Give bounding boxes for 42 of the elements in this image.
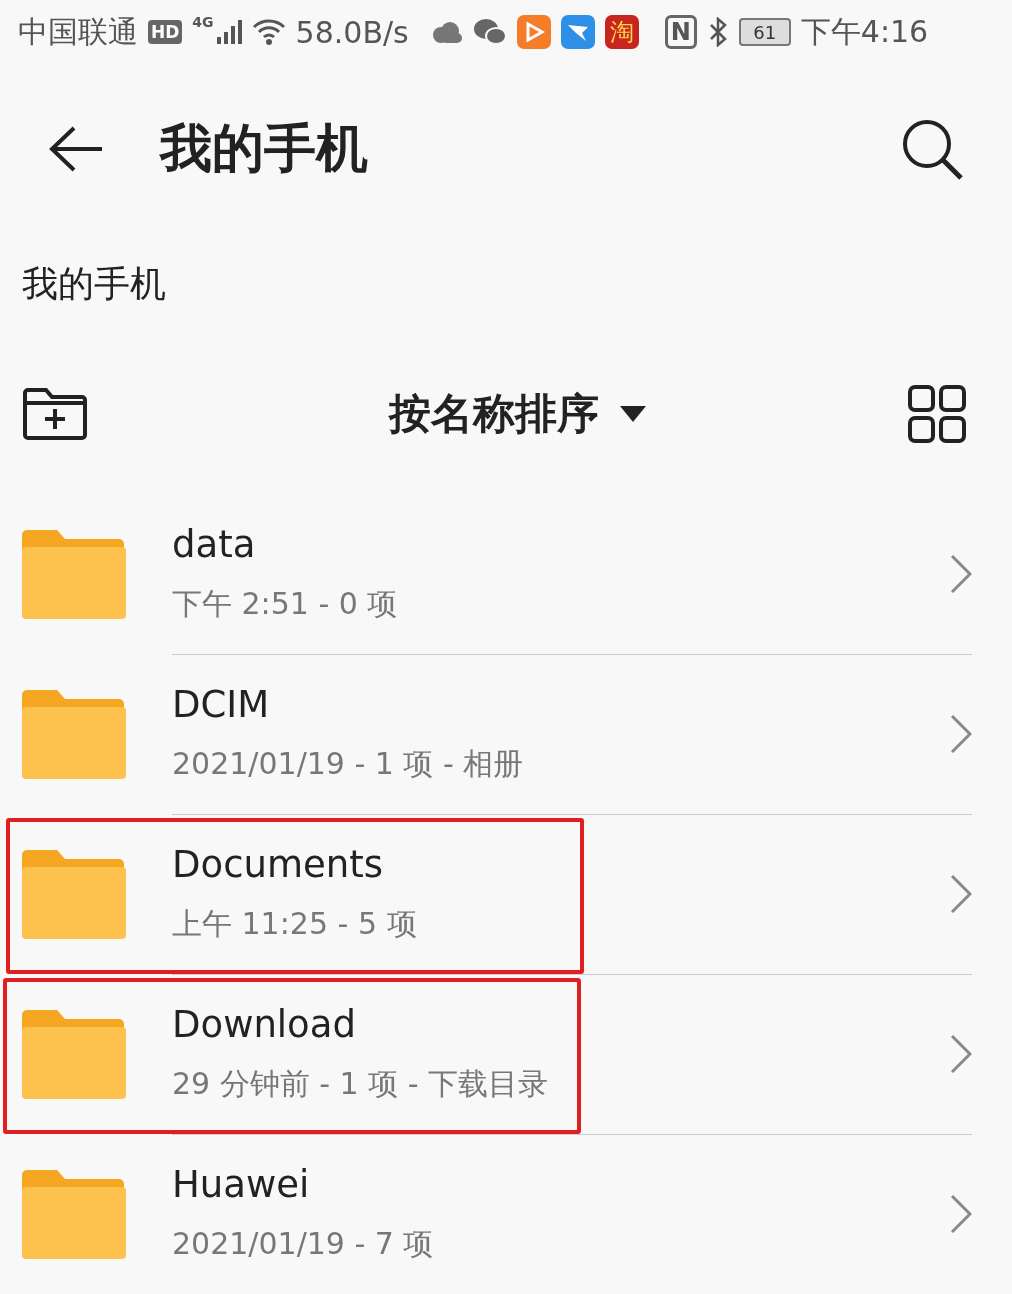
chevron-right-icon[interactable]	[950, 873, 972, 914]
chevron-right-icon[interactable]	[950, 553, 972, 594]
network-speed: 58.0B/s	[295, 14, 409, 50]
chevron-right-icon[interactable]	[950, 1033, 972, 1074]
play-app-icon	[516, 15, 551, 49]
folder-details: 2021/01/19 - 7 项	[172, 1225, 435, 1263]
folder-name[interactable]: DCIM	[172, 682, 950, 726]
folder-details: 下午 2:51 - 0 项	[172, 584, 399, 623]
sort-dropdown[interactable]: 按名称排序	[383, 385, 653, 443]
breadcrumb[interactable]: 我的手机	[22, 259, 166, 309]
folder-icon	[20, 1009, 126, 1099]
folder-name[interactable]: Download	[172, 1002, 950, 1046]
nfc-icon: N	[664, 15, 697, 49]
page-title: 我的手机	[160, 117, 369, 180]
folder-details: 29 分钟前 - 1 项 - 下载目录	[172, 1064, 550, 1103]
chevron-right-icon[interactable]	[950, 713, 972, 754]
folder-name[interactable]: data	[172, 522, 950, 566]
wifi-icon	[251, 18, 286, 46]
signal-icon	[215, 19, 242, 45]
search-button[interactable]	[900, 117, 964, 181]
folder-details: 2021/01/19 - 1 项 - 相册	[172, 744, 525, 783]
network-type: 4G	[192, 14, 214, 30]
folder-name[interactable]: Documents	[172, 842, 950, 886]
carrier-name: 中国联通	[18, 12, 138, 51]
bird-app-icon	[560, 15, 595, 49]
back-button[interactable]	[48, 125, 104, 173]
grid-view-button[interactable]	[908, 385, 966, 443]
cloud-icon	[430, 21, 463, 43]
folder-details: 上午 11:25 - 5 项	[172, 904, 418, 943]
chat-icon	[472, 18, 507, 46]
new-folder-button[interactable]	[22, 387, 88, 441]
caret-icon	[619, 405, 647, 423]
taobao-app-icon: 淘	[604, 15, 639, 49]
folder-icon	[20, 529, 126, 619]
folder-icon	[20, 849, 126, 939]
folder-name[interactable]: Huawei	[172, 1163, 950, 1206]
chevron-right-icon[interactable]	[950, 1194, 972, 1234]
battery-icon: 61	[738, 18, 791, 46]
clock: 下午4:16	[800, 12, 929, 51]
folder-icon	[20, 689, 126, 779]
folder-icon	[20, 1169, 126, 1259]
hd-badge: HD	[148, 20, 183, 44]
